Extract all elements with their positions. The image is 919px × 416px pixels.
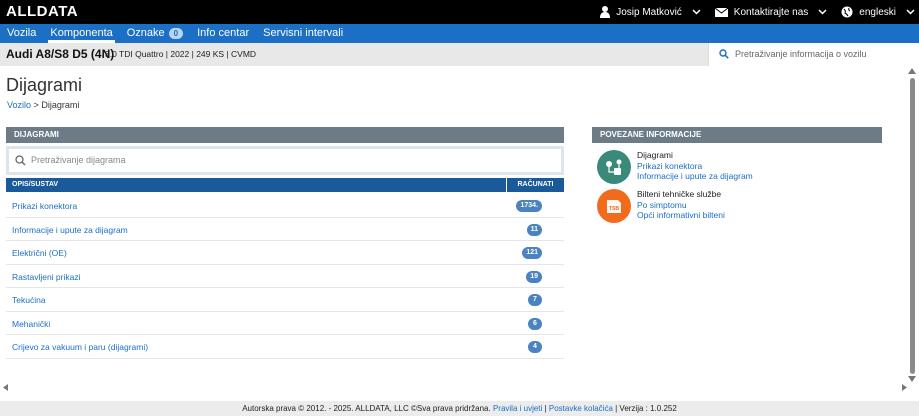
diagram-table-body: Prikazi konektora 1734. Informacije i up… [6,194,564,359]
diagram-icon [597,150,631,184]
chevron-down-icon [692,9,701,15]
footer-copyright: Autorska prava © 2012. - 2025. ALLDATA, … [242,404,491,413]
related-group-tsb: TSB Bilteni tehničke službe Po simptomu … [597,189,877,225]
top-bar: ALLDATA Josip Matković Kontaktirajte nas… [0,0,919,24]
table-row[interactable]: Električni (OE) 121 [6,241,564,265]
cookie-settings-link[interactable]: Postavke kolačića [549,404,613,413]
footer-version: | Verzija : 1.0.252 [615,404,677,413]
scroll-right-arrow-icon[interactable] [902,384,907,391]
diagram-search-box [6,146,564,175]
breadcrumb-vozilo-link[interactable]: Vozilo [7,100,31,110]
row-label[interactable]: Prikazi konektora [12,201,77,211]
nav-komponenta[interactable]: Komponenta [43,24,119,43]
table-row[interactable]: Crijevo za vakuum i paru (dijagrami) 4 [6,335,564,359]
related-group-title: Dijagrami [637,150,673,160]
row-label[interactable]: Informacije i upute za dijagram [12,225,128,235]
chevron-down-icon [818,9,827,15]
related-group-diagrams: Dijagrami Prikazi konektora Informacije … [597,150,877,186]
globe-icon [841,6,853,18]
breadcrumb: Vozilo > Dijagrami [7,100,79,110]
contact-label: Kontaktirajte nas [733,6,809,18]
count-badge: 19 [526,270,542,283]
user-icon [600,6,611,18]
language-menu[interactable]: engleski [841,6,915,18]
tsb-icon-text: TSB [609,206,619,212]
breadcrumb-separator: > [33,100,39,110]
related-link[interactable]: Opći informativni bilteni [637,210,725,221]
count-badge: 1734. [516,200,542,212]
nav-label: Komponenta [50,27,113,39]
table-row[interactable]: Mehanički 6 [6,312,564,335]
scroll-up-arrow-icon[interactable] [908,68,916,74]
nav-vozila[interactable]: Vozila [0,24,43,43]
vehicle-specs: 3.0 TDI Quattro | 2022 | 249 KS | CVMD [105,49,257,59]
diagram-table-header: OPIS/SUSTAV RAČUNATI [6,178,564,192]
table-row[interactable]: Informacije i upute za dijagram 11 [6,218,564,241]
related-diagrams-text: Dijagrami Prikazi konektora Informacije … [637,150,753,182]
table-row[interactable]: Tekućina 7 [6,288,564,312]
column-header-desc[interactable]: OPIS/SUSTAV [12,181,58,188]
nav-label: Vozila [7,27,37,39]
related-link[interactable]: Po simptomu [637,200,725,211]
related-group-title: Bilteni tehničke službe [637,189,722,199]
scroll-down-arrow-icon[interactable] [908,376,916,382]
nav-label: Info centar [197,27,250,39]
table-row[interactable]: Prikazi konektora 1734. [6,194,564,218]
related-link[interactable]: Prikazi konektora [637,161,753,172]
nav-label: Oznake [126,27,165,39]
nav-label: Servisni intervali [263,27,344,39]
table-row[interactable]: Rastavljeni prikazi 19 [6,265,564,288]
search-icon [15,155,26,166]
scroll-left-arrow-icon[interactable] [3,384,8,391]
row-label[interactable]: Rastavljeni prikazi [12,272,81,282]
terms-link[interactable]: Pravila i uvjeti [493,404,542,413]
nav-info-centar[interactable]: Info centar [190,24,256,43]
user-menu[interactable]: Josip Matković [600,6,701,18]
alldata-logo[interactable]: ALLDATA [6,3,78,20]
tsb-icon: TSB [597,189,631,223]
diagram-search-input[interactable] [31,152,531,168]
count-badge: 121 [522,247,542,259]
footer: Autorska prava © 2012. - 2025. ALLDATA, … [0,401,919,416]
vehicle-search-input[interactable]: Pretraživanje informacija o vozilu [708,43,919,66]
row-label[interactable]: Crijevo za vakuum i paru (dijagrami) [12,342,148,352]
envelope-icon [714,7,728,17]
related-info-header: POVEZANE INFORMACIJE [592,127,882,143]
count-badge: 4 [528,341,542,353]
related-tsb-text: Bilteni tehničke službe Po simptomu Opći… [637,189,725,221]
horizontal-scrollbar[interactable] [0,384,919,391]
page-title: Dijagrami [6,75,83,95]
nav-oznake[interactable]: Oznake 0 [120,24,190,43]
diagrams-panel-header: DIJAGRAMI [6,127,564,143]
footer-divider: | [544,404,547,413]
row-label[interactable]: Mehanički [12,319,50,329]
nav-servisni-intervali[interactable]: Servisni intervali [256,24,350,43]
vehicle-bar: Audi A8/S8 D5 (4N) 3.0 TDI Quattro | 202… [0,43,919,66]
related-link[interactable]: Informacije i upute za dijagram [637,171,753,182]
contact-menu[interactable]: Kontaktirajte nas [714,6,828,18]
count-badge: 7 [528,294,542,306]
chevron-down-icon [906,9,915,15]
search-icon [719,49,729,59]
row-label[interactable]: Električni (OE) [12,248,67,258]
scrollbar-thumb[interactable] [910,78,915,374]
count-badge: 6 [528,317,542,330]
main-nav: Vozila Komponenta Oznake 0 Info centar Se… [0,24,919,43]
top-bar-actions: Josip Matković Kontaktirajte nas englesk… [600,0,919,24]
count-badge: 11 [526,223,542,236]
language-label: engleski [859,6,896,18]
vehicle-search-placeholder: Pretraživanje informacija o vozilu [735,49,867,59]
tags-count-badge: 0 [168,28,184,39]
column-header-count[interactable]: RAČUNATI [506,178,564,192]
row-label[interactable]: Tekućina [12,295,46,305]
breadcrumb-current: Dijagrami [41,100,80,110]
user-name: Josip Matković [616,6,682,18]
vertical-scrollbar[interactable] [905,66,919,384]
vehicle-name: Audi A8/S8 D5 (4N) [6,47,115,61]
